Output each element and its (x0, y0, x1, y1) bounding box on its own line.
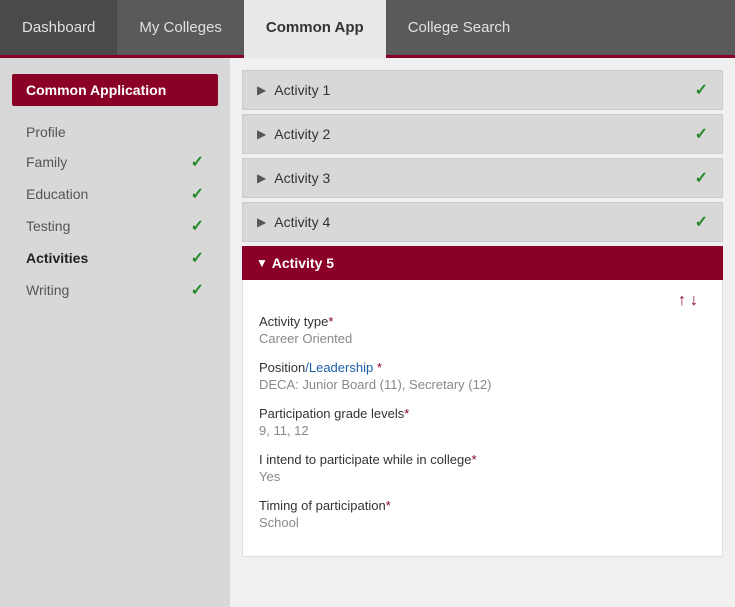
sidebar: Common Application Profile Family ✓ Educ… (0, 58, 230, 607)
field-value-grade: 9, 11, 12 (259, 423, 706, 438)
activity-1-label: Activity 1 (274, 82, 330, 98)
activity-type-text: Activity type (259, 314, 328, 329)
check-icon-education: ✓ (191, 184, 204, 204)
check-icon-testing: ✓ (191, 216, 204, 236)
sidebar-item-profile[interactable]: Profile (12, 118, 218, 146)
activity-2-label: Activity 2 (274, 126, 330, 142)
field-intend-college: I intend to participate while in college… (259, 452, 706, 484)
field-label-activity-type: Activity type* (259, 314, 706, 329)
field-label-grade: Participation grade levels* (259, 406, 706, 421)
sort-down-button[interactable]: ↓ (690, 292, 698, 310)
main-area: Common Application Profile Family ✓ Educ… (0, 58, 735, 607)
field-label-intend: I intend to participate while in college… (259, 452, 706, 467)
sidebar-item-activities[interactable]: Activities ✓ (12, 242, 218, 274)
sidebar-label-activities: Activities (26, 250, 88, 266)
field-value-activity-type: Career Oriented (259, 331, 706, 346)
arrow-right-icon-4: ▶ (257, 215, 266, 229)
required-star-3: * (471, 452, 476, 467)
check-icon-activity-2: ✓ (695, 124, 708, 144)
check-icon-writing: ✓ (191, 280, 204, 300)
arrow-right-icon-3: ▶ (257, 171, 266, 185)
position-text: Position (259, 360, 305, 375)
sidebar-label-education: Education (26, 186, 88, 202)
activity-5-header[interactable]: ▼ Activity 5 (242, 246, 723, 280)
tab-dashboard[interactable]: Dashboard (0, 0, 117, 55)
arrow-right-icon-2: ▶ (257, 127, 266, 141)
content-area: ▶ Activity 1 ✓ ▶ Activity 2 ✓ ▶ Activity… (230, 58, 735, 607)
field-value-position: DECA: Junior Board (11), Secretary (12) (259, 377, 706, 392)
leadership-text: /Leadership (305, 360, 373, 375)
check-icon-activity-1: ✓ (695, 80, 708, 100)
required-star-1: * (377, 360, 382, 375)
sort-up-button[interactable]: ↑ (678, 292, 686, 310)
check-icon-activity-4: ✓ (695, 212, 708, 232)
activity-5-body: ↑ ↓ Activity type* Career Oriented Posit… (242, 280, 723, 557)
field-label-position: Position/Leadership * (259, 360, 706, 375)
sidebar-label-writing: Writing (26, 282, 69, 298)
sidebar-label-profile: Profile (26, 124, 66, 140)
tab-common-app[interactable]: Common App (244, 0, 386, 55)
field-activity-type: Activity type* Career Oriented (259, 314, 706, 346)
required-star-2: * (404, 406, 409, 421)
sidebar-item-writing[interactable]: Writing ✓ (12, 274, 218, 306)
field-label-timing: Timing of participation* (259, 498, 706, 513)
tab-my-colleges[interactable]: My Colleges (117, 0, 244, 55)
check-icon-family: ✓ (191, 152, 204, 172)
check-icon-activities: ✓ (191, 248, 204, 268)
top-navigation: Dashboard My Colleges Common App College… (0, 0, 735, 58)
activity-5-label: Activity 5 (272, 255, 334, 271)
grade-text: Participation grade levels (259, 406, 404, 421)
timing-text: Timing of participation (259, 498, 386, 513)
field-participation-grade: Participation grade levels* 9, 11, 12 (259, 406, 706, 438)
sidebar-label-family: Family (26, 154, 67, 170)
sidebar-item-testing[interactable]: Testing ✓ (12, 210, 218, 242)
intend-text: I intend to participate while in college (259, 452, 471, 467)
field-position-leadership: Position/Leadership * DECA: Junior Board… (259, 360, 706, 392)
activity-3-label: Activity 3 (274, 170, 330, 186)
sidebar-title: Common Application (12, 74, 218, 106)
tab-college-search[interactable]: College Search (386, 0, 533, 55)
field-value-timing: School (259, 515, 706, 530)
sidebar-item-family[interactable]: Family ✓ (12, 146, 218, 178)
arrow-down-icon-5: ▼ (256, 256, 268, 270)
field-value-intend: Yes (259, 469, 706, 484)
arrow-right-icon-1: ▶ (257, 83, 266, 97)
activity-4-label: Activity 4 (274, 214, 330, 230)
sidebar-label-testing: Testing (26, 218, 70, 234)
activity-row-4[interactable]: ▶ Activity 4 ✓ (242, 202, 723, 242)
required-star-4: * (386, 498, 391, 513)
field-timing: Timing of participation* School (259, 498, 706, 530)
activity-row-3[interactable]: ▶ Activity 3 ✓ (242, 158, 723, 198)
activity-row-2[interactable]: ▶ Activity 2 ✓ (242, 114, 723, 154)
activity-row-1[interactable]: ▶ Activity 1 ✓ (242, 70, 723, 110)
sort-arrows: ↑ ↓ (259, 288, 706, 314)
check-icon-activity-3: ✓ (695, 168, 708, 188)
required-star-0: * (328, 314, 333, 329)
sidebar-item-education[interactable]: Education ✓ (12, 178, 218, 210)
